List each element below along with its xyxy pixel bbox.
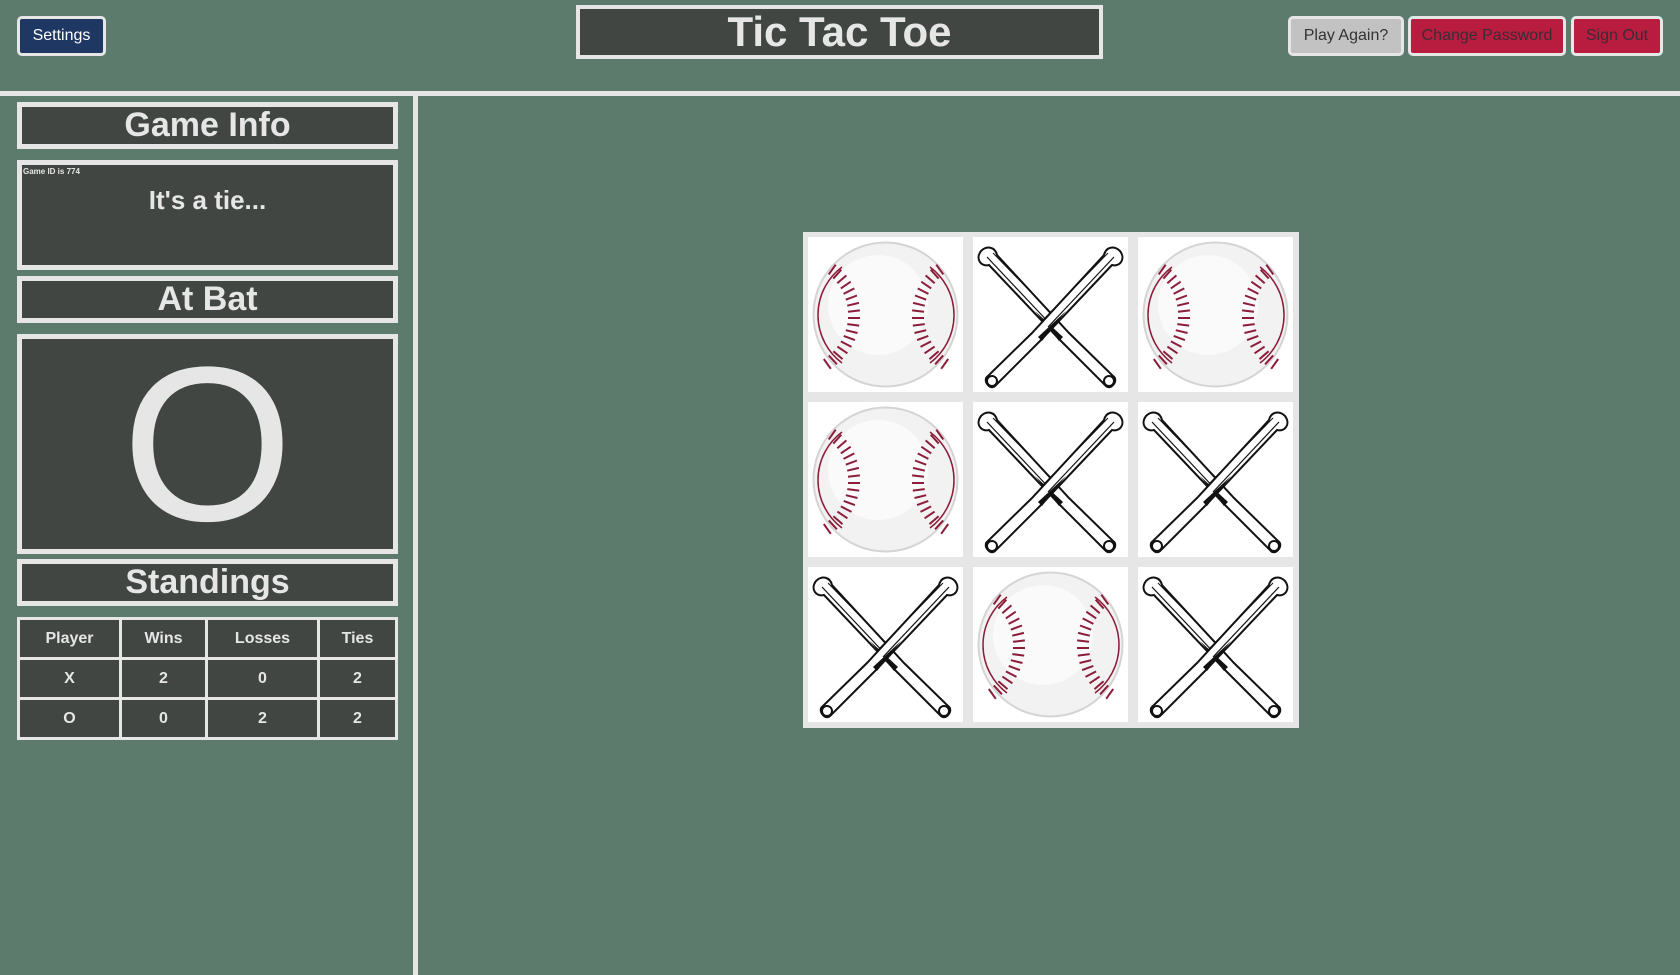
play-again-button[interactable]: Play Again? — [1288, 16, 1404, 56]
sidebar-divider — [413, 96, 418, 975]
game-status-panel: Game ID is 774 It's a tie... — [17, 160, 398, 270]
board-cell-2[interactable] — [973, 237, 1128, 392]
game-status-message: It's a tie... — [148, 185, 267, 215]
baseball-icon — [977, 571, 1124, 718]
standings-table: Player Wins Losses Ties X 2 0 2 O 0 2 2 — [17, 617, 398, 740]
game-id-label: Game ID is 774 — [23, 167, 80, 176]
baseball-icon — [812, 406, 959, 553]
change-password-button[interactable]: Change Password — [1408, 16, 1566, 56]
crossed-bats-icon — [977, 246, 1124, 389]
table-cell: 2 — [317, 697, 398, 740]
standings-header-row: Player Wins Losses Ties — [17, 617, 398, 660]
board-cell-9[interactable] — [1138, 567, 1293, 722]
settings-button[interactable]: Settings — [17, 16, 106, 56]
crossed-bats-icon — [1142, 576, 1289, 719]
col-header-losses: Losses — [205, 617, 320, 660]
table-cell: 0 — [119, 697, 208, 740]
board-cell-3[interactable] — [1138, 237, 1293, 392]
at-bat-heading: At Bat — [17, 276, 398, 323]
header-divider — [0, 91, 1680, 96]
crossed-bats-icon — [812, 576, 959, 719]
standings-heading: Standings — [17, 559, 398, 606]
crossed-bats-icon — [1142, 411, 1289, 554]
table-cell: X — [17, 657, 122, 700]
col-header-player: Player — [17, 617, 122, 660]
col-header-ties: Ties — [317, 617, 398, 660]
baseball-icon — [1142, 241, 1289, 388]
sign-out-button[interactable]: Sign Out — [1571, 16, 1663, 56]
board-cell-6[interactable] — [1138, 402, 1293, 557]
game-board — [803, 232, 1299, 728]
page-title: Tic Tac Toe — [576, 5, 1103, 59]
table-cell: 2 — [205, 697, 320, 740]
table-row: O 0 2 2 — [17, 697, 398, 740]
board-cell-8[interactable] — [973, 567, 1128, 722]
table-cell: O — [17, 697, 122, 740]
top-bar: Settings Tic Tac Toe Play Again? Change … — [0, 0, 1680, 91]
table-cell: 2 — [317, 657, 398, 700]
current-player-symbol: O — [121, 321, 294, 567]
crossed-bats-icon — [977, 411, 1124, 554]
board-cell-7[interactable] — [808, 567, 963, 722]
board-cell-1[interactable] — [808, 237, 963, 392]
board-cell-4[interactable] — [808, 402, 963, 557]
current-player-panel: O — [17, 334, 398, 554]
game-info-heading: Game Info — [17, 102, 398, 149]
board-cell-5[interactable] — [973, 402, 1128, 557]
table-cell: 0 — [205, 657, 320, 700]
table-row: X 2 0 2 — [17, 657, 398, 700]
col-header-wins: Wins — [119, 617, 208, 660]
baseball-icon — [812, 241, 959, 388]
table-cell: 2 — [119, 657, 208, 700]
